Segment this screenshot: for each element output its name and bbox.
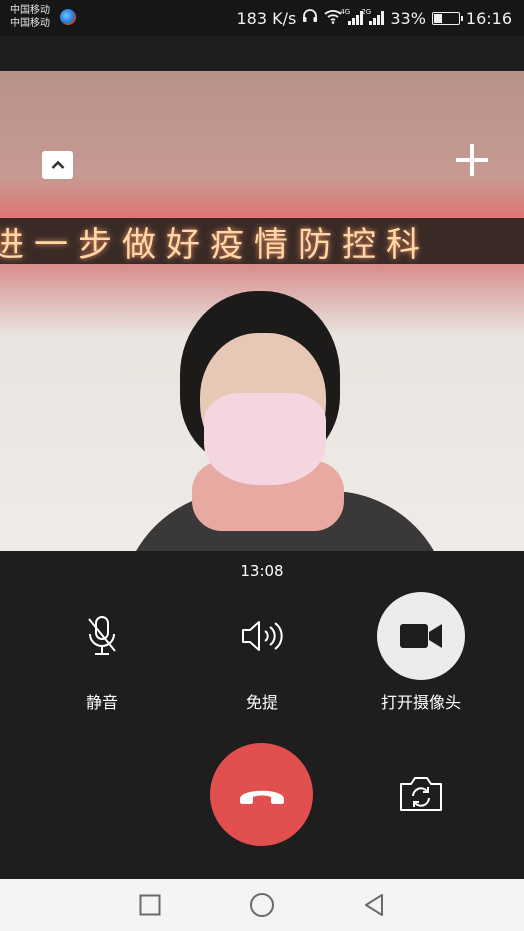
switch-camera-button[interactable]: [397, 775, 445, 813]
carrier-app-icon: [60, 9, 76, 25]
battery-icon: [431, 11, 463, 25]
home-button[interactable]: [247, 890, 277, 920]
led-banner: 进一步做好疫情防控科: [0, 218, 524, 264]
add-participant-button[interactable]: [456, 144, 488, 176]
speaker-icon: [218, 592, 306, 680]
carrier-1-label: 中国移动: [10, 5, 50, 16]
home-icon: [250, 893, 274, 917]
remote-video-feed[interactable]: 进一步做好疫情防控科: [0, 71, 524, 551]
hang-up-button[interactable]: [210, 743, 313, 846]
recent-apps-button[interactable]: [135, 890, 165, 920]
network-speed: 183 K/s: [236, 8, 297, 28]
mute-button[interactable]: 静音: [42, 592, 162, 713]
carrier-labels: 中国移动 中国移动: [10, 4, 50, 30]
speaker-label: 免提: [245, 693, 278, 712]
speaker-button[interactable]: 免提: [202, 592, 322, 713]
sim1-network-label: 4G: [340, 8, 351, 16]
recent-apps-icon: [139, 894, 161, 916]
signal-icon: 2G: [361, 8, 385, 25]
video-camera-icon: [377, 592, 465, 680]
camera-toggle-button[interactable]: 打开摄像头: [361, 592, 481, 713]
sim2-network-label: 2G: [361, 8, 372, 16]
minimize-button[interactable]: [42, 151, 73, 179]
phone-hangup-icon: [239, 790, 284, 804]
back-icon: [365, 894, 383, 916]
mute-label: 静音: [85, 693, 118, 712]
back-button[interactable]: [359, 890, 389, 920]
switch-camera-icon: [400, 777, 442, 811]
battery-level: [433, 13, 443, 23]
battery-percent: 33%: [390, 8, 426, 28]
status-time: 16:16: [465, 8, 512, 28]
banner-text: 进一步做好疫情防控科: [0, 224, 430, 265]
chevron-up-icon: [51, 160, 64, 169]
carrier-2-label: 中国移动: [10, 18, 50, 29]
camera-label: 打开摄像头: [380, 693, 461, 712]
headset-icon: [302, 8, 318, 28]
status-indicators: 183 K/s 4G 2G 33% 16:16: [236, 8, 512, 28]
status-bar: 中国移动 中国移动 183 K/s 4G 2G 33% 16:16: [0, 0, 524, 36]
microphone-muted-icon: [58, 592, 146, 680]
caller-video: [100, 291, 470, 551]
call-duration: 13:08: [240, 562, 284, 580]
navigation-bar: [0, 879, 524, 931]
